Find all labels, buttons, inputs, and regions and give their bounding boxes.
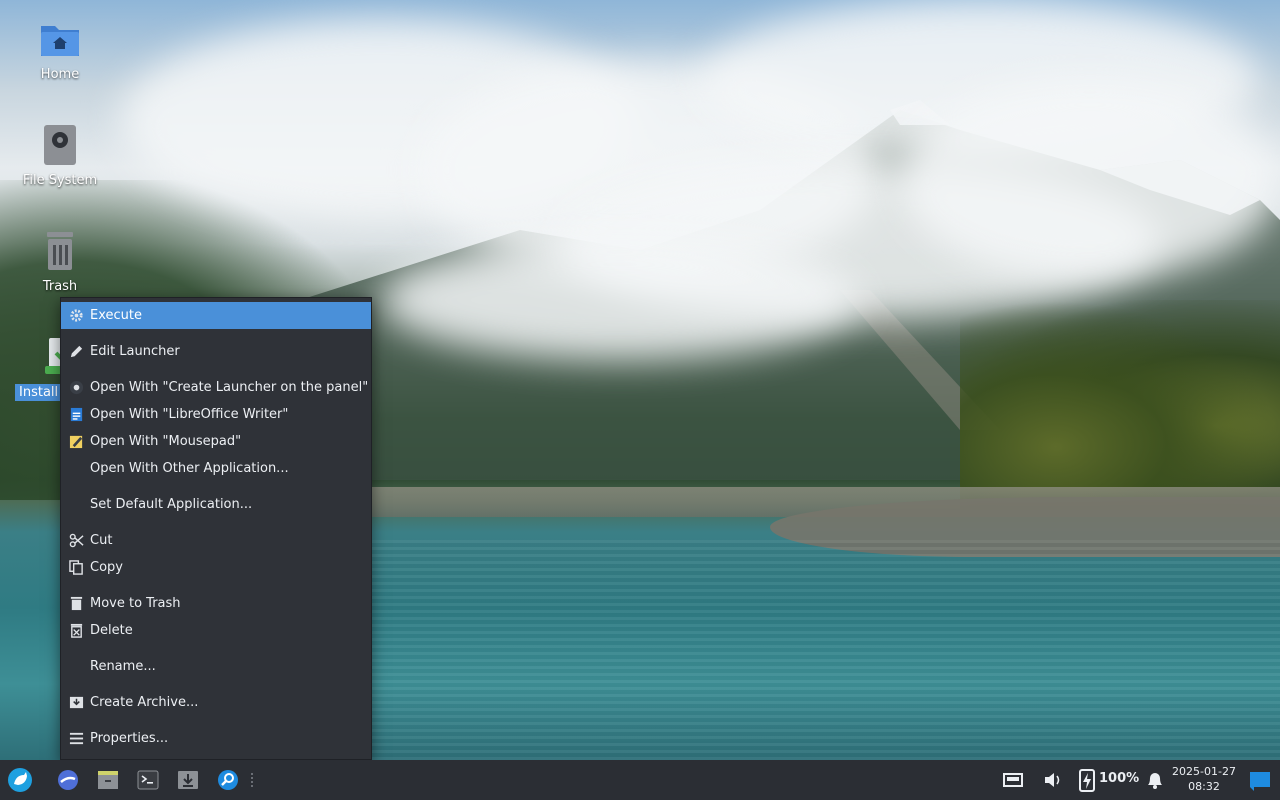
- menu-item-open-with-other-application[interactable]: Open With Other Application...: [61, 455, 371, 482]
- clock-time: 08:32: [1188, 780, 1220, 793]
- downloads-icon[interactable]: [173, 765, 203, 795]
- home-folder-icon: [41, 26, 79, 56]
- desktop-icon-label: Trash: [42, 279, 78, 294]
- app-menu-icon[interactable]: [5, 765, 35, 795]
- launcher-app-icon: [69, 380, 84, 395]
- file-manager-icon[interactable]: [93, 765, 123, 795]
- battery-charging-icon[interactable]: [1072, 765, 1102, 795]
- volume-icon[interactable]: [1038, 765, 1068, 795]
- menu-item-move-to-trash[interactable]: Move to Trash: [61, 590, 371, 617]
- desktop-icon-trash[interactable]: Trash: [0, 230, 120, 295]
- panel-separator: [251, 773, 253, 787]
- writer-app-icon: [70, 407, 83, 422]
- browser-icon[interactable]: [53, 765, 83, 795]
- menu-item-open-with-mousepad[interactable]: Open With "Mousepad": [61, 428, 371, 455]
- menu-item-properties[interactable]: Properties...: [61, 725, 371, 752]
- menu-item-cut[interactable]: Cut: [61, 527, 371, 554]
- archive-icon: [69, 696, 84, 709]
- menu-item-open-with-create-launcher[interactable]: Open With "Create Launcher on the panel": [61, 374, 371, 401]
- show-desktop-icon[interactable]: [1245, 765, 1275, 795]
- clock-date: 2025-01-27: [1172, 765, 1236, 778]
- menu-item-open-with-libreoffice-writer[interactable]: Open With "LibreOffice Writer": [61, 401, 371, 428]
- delete-icon: [70, 623, 83, 638]
- desktop-icon-label: Home: [40, 67, 80, 82]
- menu-item-copy[interactable]: Copy: [61, 554, 371, 581]
- terminal-icon[interactable]: [133, 765, 163, 795]
- mousepad-app-icon: [69, 435, 83, 449]
- search-icon[interactable]: [213, 765, 243, 795]
- properties-icon: [69, 732, 84, 745]
- desktop-icon-label: File System: [22, 173, 98, 188]
- trash-icon: [70, 596, 83, 611]
- bell-icon[interactable]: [1140, 765, 1170, 795]
- copy-icon: [69, 560, 83, 575]
- menu-item-edit-launcher[interactable]: Edit Launcher: [61, 338, 371, 365]
- menu-item-rename[interactable]: Rename...: [61, 653, 371, 680]
- drive-icon: [44, 125, 76, 165]
- menu-item-delete[interactable]: Delete: [61, 617, 371, 644]
- menu-item-create-archive[interactable]: Create Archive...: [61, 689, 371, 716]
- gear-icon: [70, 309, 83, 322]
- battery-level: 100%: [1099, 771, 1140, 786]
- clock[interactable]: 2025-01-27 08:32: [1170, 764, 1238, 794]
- pencil-icon: [70, 345, 83, 358]
- desktop-icon-file-system[interactable]: File System: [0, 124, 120, 189]
- scissors-icon: [69, 533, 84, 548]
- menu-item-set-default-application[interactable]: Set Default Application...: [61, 491, 371, 518]
- context-menu: Execute Edit Launcher Open With "Create …: [60, 297, 372, 760]
- desktop-icon-home[interactable]: Home: [0, 18, 120, 83]
- menu-item-execute[interactable]: Execute: [61, 302, 371, 329]
- network-icon[interactable]: [998, 765, 1028, 795]
- trash-icon: [47, 232, 73, 270]
